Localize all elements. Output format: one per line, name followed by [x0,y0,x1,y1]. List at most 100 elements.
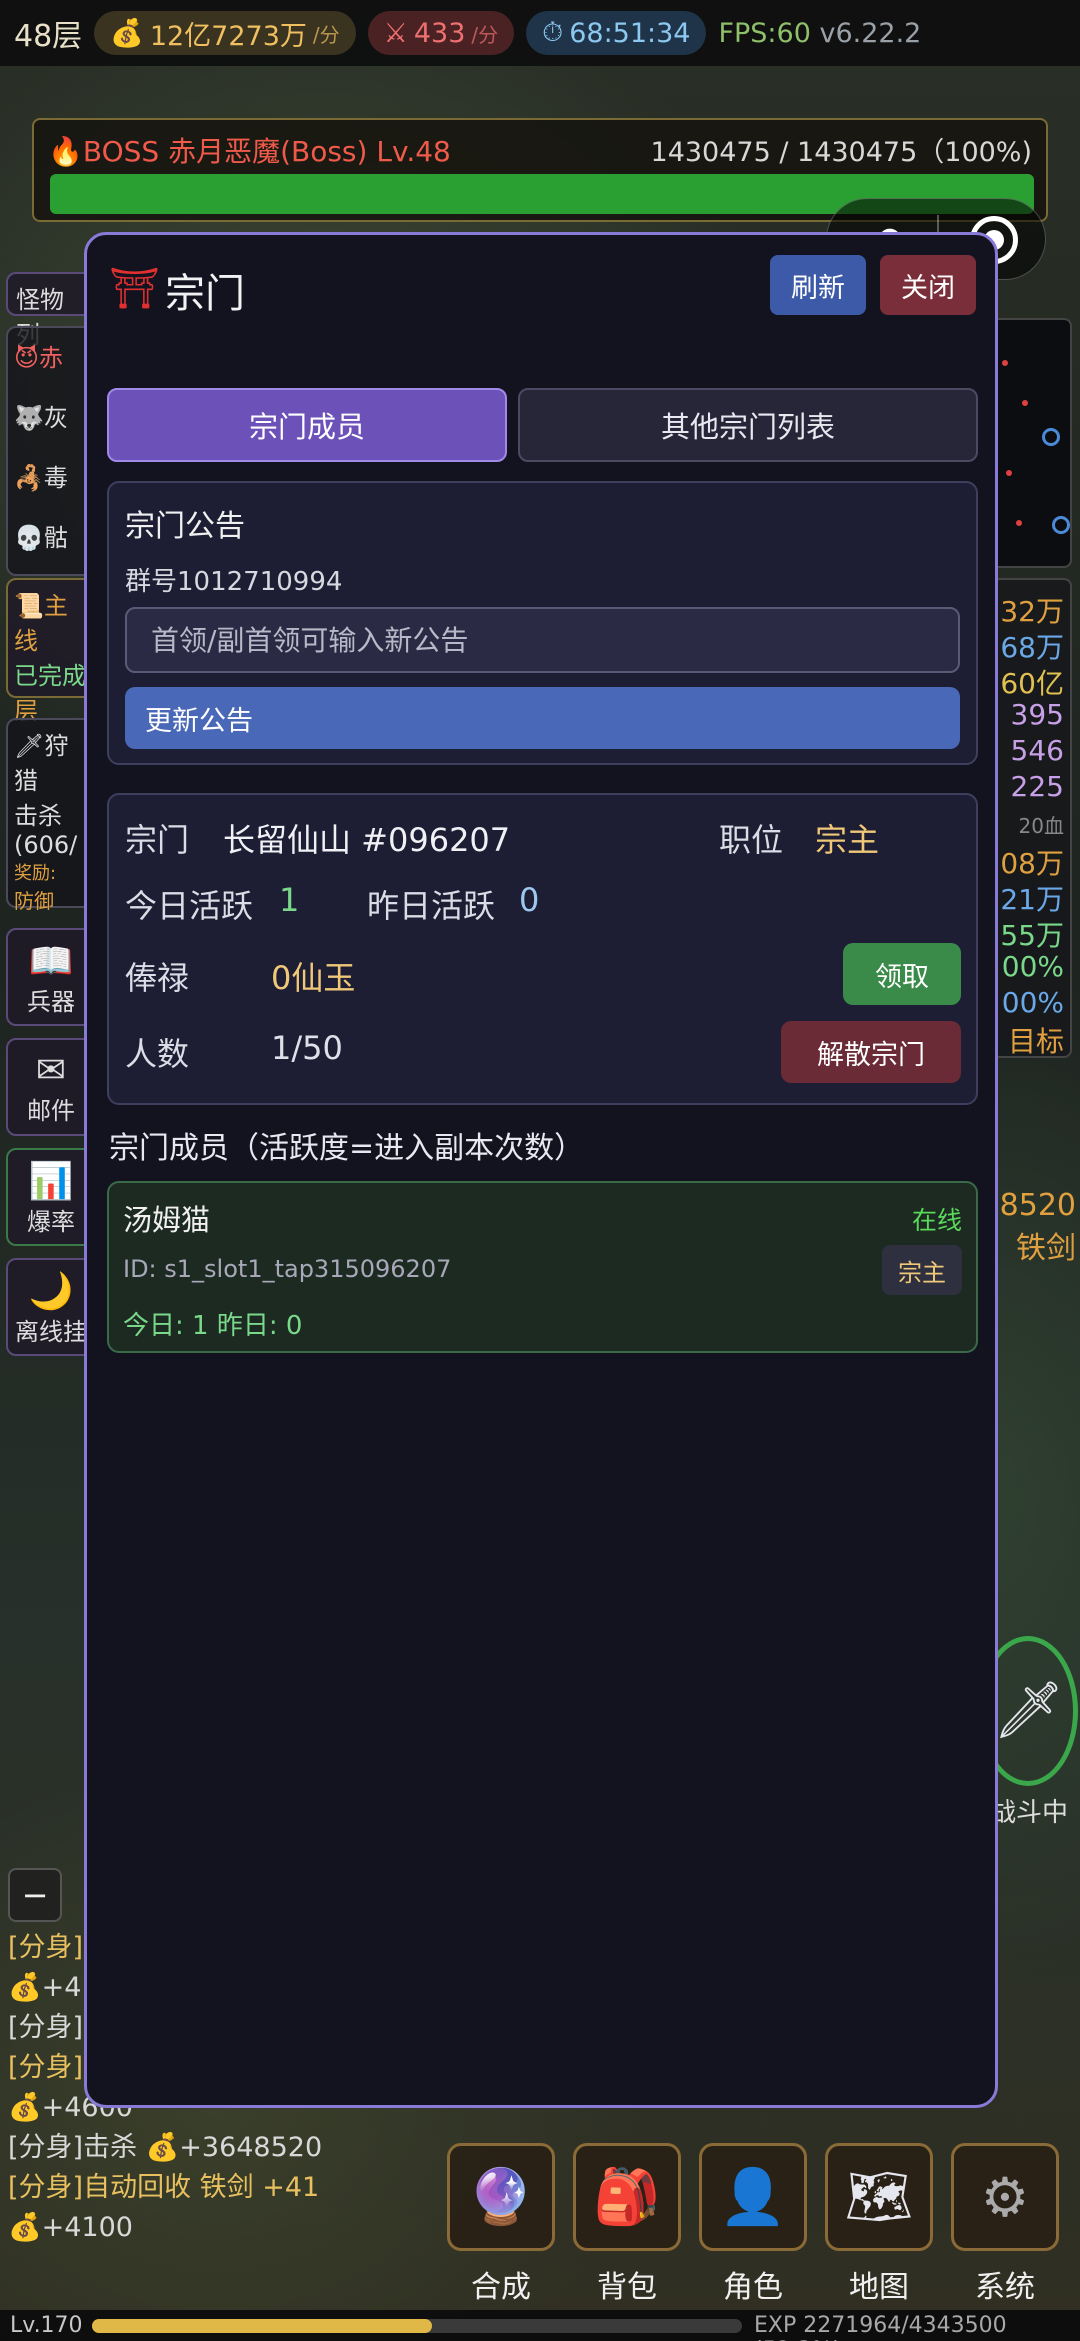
member-id: ID: s1_slot1_tap315096207 [123,1255,452,1283]
quest-title: 📜主线 [14,586,88,656]
log-line: [分身]击杀 💰+3648520 [8,2128,408,2168]
tab-other-sects[interactable]: 其他宗门列表 [518,388,978,462]
member-online-status: 在线 [911,1206,962,1235]
stats-panel: 32万 68万 60亿 395 546 225 20血 08万 21万 55万 … [992,578,1072,1058]
weapon-button[interactable]: 📖 兵器 [6,928,96,1026]
timer-badge: ⏱ 68:51:34 [526,11,707,55]
monster-name: 骷 [43,524,68,552]
moon-icon: 🌙 [28,1271,74,1312]
map-icon: 🗺 [844,2165,914,2228]
hunt-kill: 击杀 [14,802,62,830]
update-notice-button[interactable]: 更新公告 [125,687,960,749]
crossed-swords-icon: ⚔ [383,17,408,49]
stat-value: 00% [1001,950,1064,983]
stat-value: 08万 [1000,847,1064,880]
mail-button[interactable]: ✉ 邮件 [6,1038,96,1136]
kill-rate-value: 433 [413,17,466,49]
member-count-value: 1/50 [271,1029,343,1067]
timer-value: 68:51:34 [569,17,691,49]
nav-map-button[interactable]: 🗺 [825,2143,933,2251]
mail-label: 邮件 [27,1097,75,1125]
backpack-icon: 🎒 [593,2165,661,2228]
crystal-ball-icon: 🔮 [467,2165,535,2228]
tab-sect-members[interactable]: 宗门成员 [107,388,507,462]
gold-rate-value: 12亿7273万 [149,20,307,52]
hunt-panel: 🗡狩猎 击杀 (606/ 奖励: 防御 [6,718,96,913]
stat-value: 395 [1010,698,1064,731]
nav-craft-label: 合成 [471,2270,531,2305]
sect-dialog: ⛩ 宗门 刷新 关闭 宗门成员 其他宗门列表 宗门公告 群号1012710994… [84,232,998,2108]
nav-bag-label: 背包 [597,2270,657,2305]
log-text: 自动回收 铁剑 +41 [83,2172,320,2203]
exp-bar [92,2319,742,2333]
nav-system-button[interactable]: ⚙ [951,2143,1059,2251]
person-icon: 👤 [719,2165,787,2228]
hunt-def: 防御 [14,889,54,913]
refresh-button[interactable]: 刷新 [770,255,866,315]
gold-rate-unit: /分 [312,22,340,47]
monster-row-poison[interactable]: 🦂毒 [14,458,68,493]
boss-name-text: BOSS 赤月恶魔(Boss) Lv.48 [82,135,451,168]
fps-value: FPS:60 [718,17,811,49]
stat-value: 55万 [1000,919,1064,952]
position-value: 宗主 [815,821,880,859]
monster-row-gray[interactable]: 🐺灰 [14,398,68,433]
scorpion-icon: 🦂 [14,464,44,492]
disband-sect-button[interactable]: 解散宗门 [781,1021,961,1083]
position-label: 职位 [719,821,784,859]
stat-value: 60亿 [1000,667,1064,700]
fps-label: FPS:60 v6.22.2 [718,18,921,49]
boss-name: 🔥BOSS 赤月恶魔(Boss) Lv.48 [48,130,451,170]
status-bar: 48层 💰 12亿7273万 /分 ⚔ 433 /分 ⏱ 68:51:34 FP… [0,0,1080,66]
fire-icon: 🔥 [48,135,83,168]
drop-rate-label: 爆率 [27,1208,75,1236]
drop-rate-button[interactable]: 📊 爆率 [6,1148,96,1246]
member-card[interactable]: 汤姆猫 在线 ID: s1_slot1_tap315096207 宗主 今日: … [107,1181,978,1353]
stat-value: 68万 [1000,631,1064,664]
sect-name: 长留仙山 #096207 [223,821,511,859]
notice-group-number: 群号1012710994 [125,567,343,597]
monster-list: 😈赤 🐺灰 🦂毒 💀骷 [6,326,96,576]
minimap[interactable] [990,318,1072,568]
log-text: 💰+4100 [8,2212,133,2243]
log-text: [分身] [8,2012,84,2043]
skull-icon: 💀 [14,524,44,552]
stat-value: 546 [1010,734,1064,767]
monster-row-skeleton[interactable]: 💀骷 [14,518,68,553]
nav-bag-button[interactable]: 🎒 [573,2143,681,2251]
kill-rate-badge: ⚔ 433 /分 [367,11,515,55]
hunt-title: 🗡狩猎 [14,726,88,796]
notice-title: 宗门公告 [125,509,245,544]
notice-input[interactable] [125,607,960,673]
close-button[interactable]: 关闭 [880,255,976,315]
monster-row-red[interactable]: 😈赤 [14,338,63,373]
collapse-log-button[interactable]: − [8,1868,62,1922]
nav-character-button[interactable]: 👤 [699,2143,807,2251]
scroll-icon: 📜 [14,592,44,620]
offline-button[interactable]: 🌙 离线挂 [6,1258,96,1356]
monster-tab[interactable]: 怪物列 [6,272,96,349]
salary-label: 俸禄 [125,959,190,997]
today-active-value: 1 [279,881,300,919]
log-prefix: [分身] [8,1932,84,1963]
monster-name: 赤 [39,344,64,372]
today-active-label: 今日活跃 [125,887,254,925]
boss-hp-text: 1430475 / 1430475（100%) [650,137,1032,168]
sword-icon: 🗡 [993,1678,1065,1743]
stat-value: 20血 [1018,814,1064,838]
dagger-icon: 🗡 [14,732,45,760]
stopwatch-icon: ⏱ [542,17,564,48]
hunt-reward: 奖励: [14,863,57,884]
log-prefix: [分身] [8,2052,84,2083]
offline-label: 离线挂 [15,1318,87,1346]
floor-label: 48层 [14,19,83,54]
stat-value: 21万 [1000,883,1064,916]
quest-status: 已完成 [14,662,86,690]
level-label: Lv.170 [10,2313,83,2338]
torii-gate-icon: ⛩ [109,266,160,312]
gear-icon: ⚙ [980,2165,1030,2229]
claim-salary-button[interactable]: 领取 [843,943,961,1005]
nav-craft-button[interactable]: 🔮 [447,2143,555,2251]
book-icon: 📖 [28,941,74,982]
yesterday-active-value: 0 [519,881,540,919]
